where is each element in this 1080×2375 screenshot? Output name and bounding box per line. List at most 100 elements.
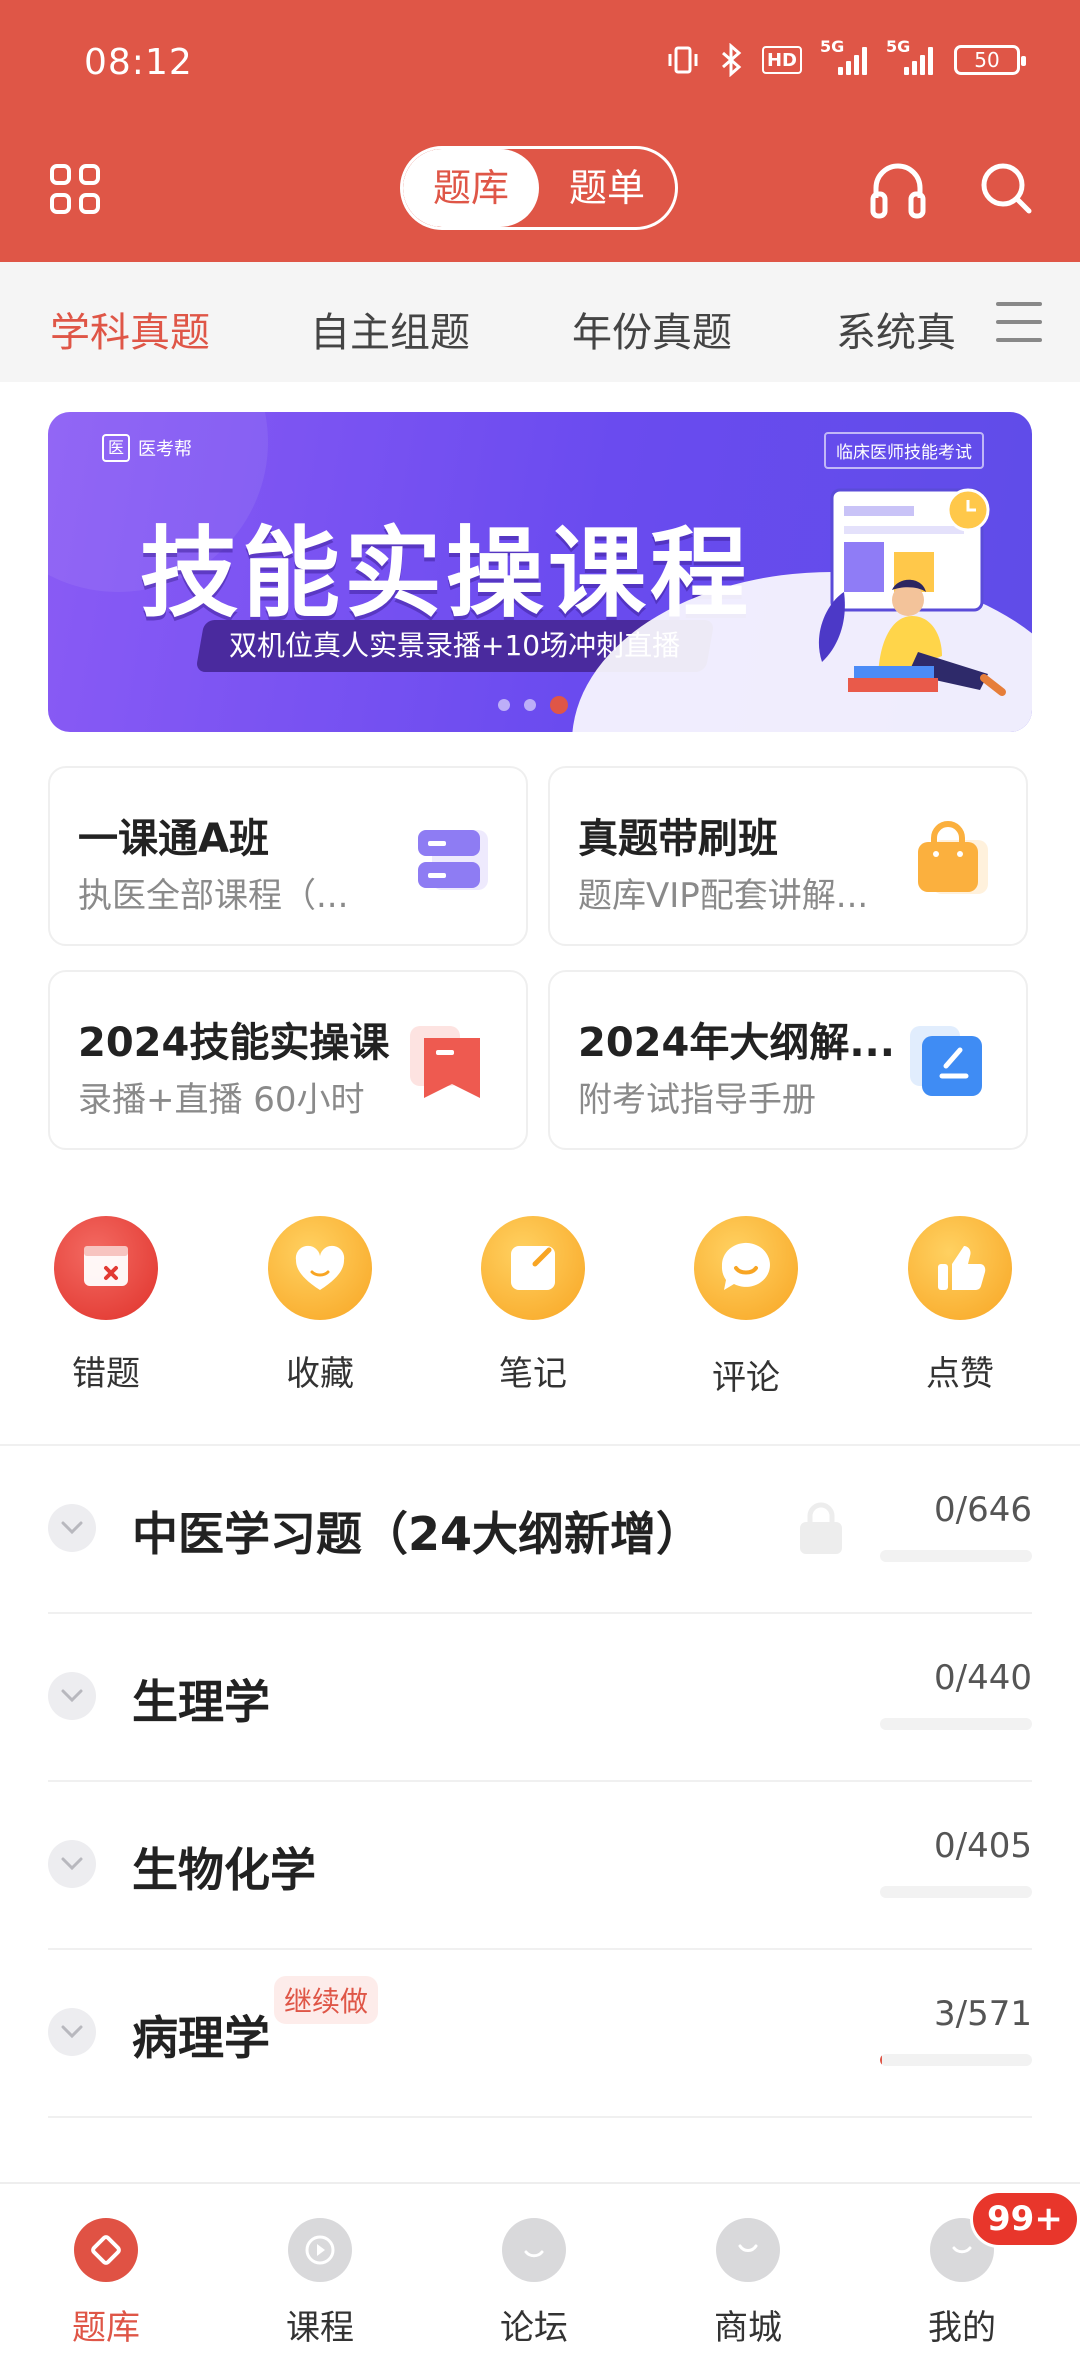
nav-label: 题库 (72, 2308, 140, 2348)
course-subtitle: 录播+直播 60小时 (78, 1080, 365, 1120)
carousel-dot[interactable] (524, 699, 536, 711)
edit-icon (910, 1026, 982, 1096)
subject-row[interactable]: 病理学 继续做 3/571 (48, 1950, 1032, 2118)
signal-label: 5G (820, 37, 845, 56)
course-card[interactable]: 2024技能实操课 录播+直播 60小时 (48, 970, 528, 1150)
chevron-down-icon[interactable] (48, 2008, 96, 2056)
banner-logo: 医医考帮 (102, 434, 192, 462)
quick-action-comment[interactable]: 评论 (686, 1216, 806, 1399)
headphones-icon[interactable] (868, 158, 928, 220)
server-icon (418, 830, 488, 890)
question-bank-icon (74, 2218, 138, 2282)
subject-name: 生物化学 (132, 1843, 316, 1897)
vibrate-icon (666, 40, 700, 80)
subject-progress: 0/646 (934, 1490, 1032, 1530)
continue-badge[interactable]: 继续做 (274, 1976, 379, 2024)
course-card[interactable]: 真题带刷班 题库VIP配套讲解... (548, 766, 1028, 946)
nav-courses[interactable]: 课程 (250, 2218, 390, 2349)
status-bar: 08:12 HD 5G 5G 50 (0, 0, 1080, 130)
quick-action-label: 收藏 (286, 1354, 354, 1394)
course-subtitle: 附考试指导手册 (578, 1080, 816, 1120)
quick-action-wrong[interactable]: 错题 (46, 1216, 166, 1395)
quick-action-label: 错题 (72, 1354, 140, 1394)
quick-action-label: 评论 (712, 1358, 780, 1398)
nav-forum[interactable]: 论坛 (464, 2218, 604, 2349)
tab-subject-exam[interactable]: 学科真题 (50, 300, 210, 358)
comment-icon (694, 1216, 798, 1320)
subject-progress: 0/440 (934, 1658, 1032, 1698)
heart-icon (268, 1216, 372, 1320)
nav-store[interactable]: 商城 (678, 2218, 818, 2349)
promo-banner[interactable]: 医医考帮 临床医师技能考试 技能实操课程 双机位真人实景录播+10场冲刺直播 (48, 412, 1032, 732)
status-time: 08:12 (84, 42, 193, 83)
course-subtitle: 执医全部课程（... (78, 876, 349, 916)
notification-badge: 99+ (970, 2190, 1080, 2248)
progress-bar (880, 1550, 1032, 1562)
banner-tag: 临床医师技能考试 (824, 432, 984, 469)
segment-question-list[interactable]: 题单 (539, 149, 675, 227)
course-title: 真题带刷班 (578, 816, 778, 862)
carousel-dot-active[interactable] (550, 696, 568, 714)
chevron-down-icon[interactable] (48, 1504, 96, 1552)
progress-bar (880, 1886, 1032, 1898)
segment-question-bank[interactable]: 题库 (403, 149, 539, 227)
app-screen: 08:12 HD 5G 5G 50 题库 题单 学科真题 自主组题 年份真题 系… (0, 0, 1080, 2375)
subject-progress: 3/571 (934, 1994, 1032, 2034)
store-icon (716, 2218, 780, 2282)
signal-label-2: 5G (886, 37, 911, 56)
course-card[interactable]: 一课通A班 执医全部课程（... (48, 766, 528, 946)
course-title: 一课通A班 (78, 816, 269, 862)
wrong-question-icon (54, 1216, 158, 1320)
bluetooth-icon (720, 40, 742, 80)
bookmark-icon (410, 1026, 480, 1098)
course-title: 2024年大纲解... (578, 1020, 895, 1066)
segment-control: 题库 题单 (400, 146, 678, 230)
bottom-nav: 题库 课程 论坛 商城 我的 (0, 2182, 1080, 2375)
carousel-dot[interactable] (498, 699, 510, 711)
tab-year-exam[interactable]: 年份真题 (572, 300, 732, 358)
study-illustration-icon (818, 488, 1006, 696)
subject-row[interactable]: 生物化学 0/405 (48, 1782, 1032, 1950)
search-icon[interactable] (978, 160, 1034, 216)
chevron-down-icon[interactable] (48, 1672, 96, 1720)
progress-fill (880, 2054, 883, 2066)
subject-name: 病理学 (132, 2011, 270, 2065)
banner-subtitle: 双机位真人实景录播+10场冲刺直播 (195, 620, 715, 672)
banner-logo-text: 医考帮 (138, 439, 192, 460)
subject-row[interactable]: 中医学习题（24大纲新增） 0/646 (48, 1446, 1032, 1614)
subject-tabs: 学科真题 自主组题 年份真题 系统真 (0, 262, 1080, 382)
tab-custom-exam[interactable]: 自主组题 (310, 300, 470, 358)
quick-action-favorite[interactable]: 收藏 (260, 1216, 380, 1395)
subject-row[interactable]: 生理学 0/440 (48, 1614, 1032, 1782)
quick-action-notes[interactable]: 笔记 (473, 1216, 593, 1395)
quick-action-like[interactable]: 点赞 (900, 1216, 1020, 1395)
nav-label: 论坛 (500, 2308, 568, 2348)
nav-question-bank[interactable]: 题库 (36, 2218, 176, 2349)
subject-name: 中医学习题（24大纲新增） (132, 1507, 703, 1561)
carousel-dots (498, 696, 568, 714)
play-icon (288, 2218, 352, 2282)
chevron-down-icon[interactable] (48, 1840, 96, 1888)
course-card[interactable]: 2024年大纲解... 附考试指导手册 (548, 970, 1028, 1150)
nav-label: 课程 (286, 2308, 354, 2348)
top-nav: 题库 题单 (0, 130, 1080, 262)
quick-action-label: 点赞 (926, 1354, 994, 1394)
lock-icon (800, 1502, 842, 1554)
signal-icon-2: 5G (886, 37, 934, 75)
battery-icon: 50 (954, 45, 1026, 75)
progress-bar (880, 1718, 1032, 1730)
top-header: 08:12 HD 5G 5G 50 题库 题单 (0, 0, 1080, 262)
course-subtitle: 题库VIP配套讲解... (578, 876, 869, 916)
status-icons: HD 5G 5G 50 (666, 37, 1026, 80)
banner-subtitle-text: 双机位真人实景录播+10场冲刺直播 (229, 629, 681, 662)
signal-icon: 5G (820, 37, 868, 75)
subject-progress: 0/405 (934, 1826, 1032, 1866)
tab-system-exam[interactable]: 系统真 (836, 300, 956, 358)
grid-icon[interactable] (50, 164, 100, 214)
note-icon (481, 1216, 585, 1320)
forum-icon (502, 2218, 566, 2282)
menu-icon[interactable] (996, 302, 1042, 342)
shopping-bag-icon (918, 821, 988, 894)
thumbs-up-icon (908, 1216, 1012, 1320)
progress-bar (880, 2054, 1032, 2066)
